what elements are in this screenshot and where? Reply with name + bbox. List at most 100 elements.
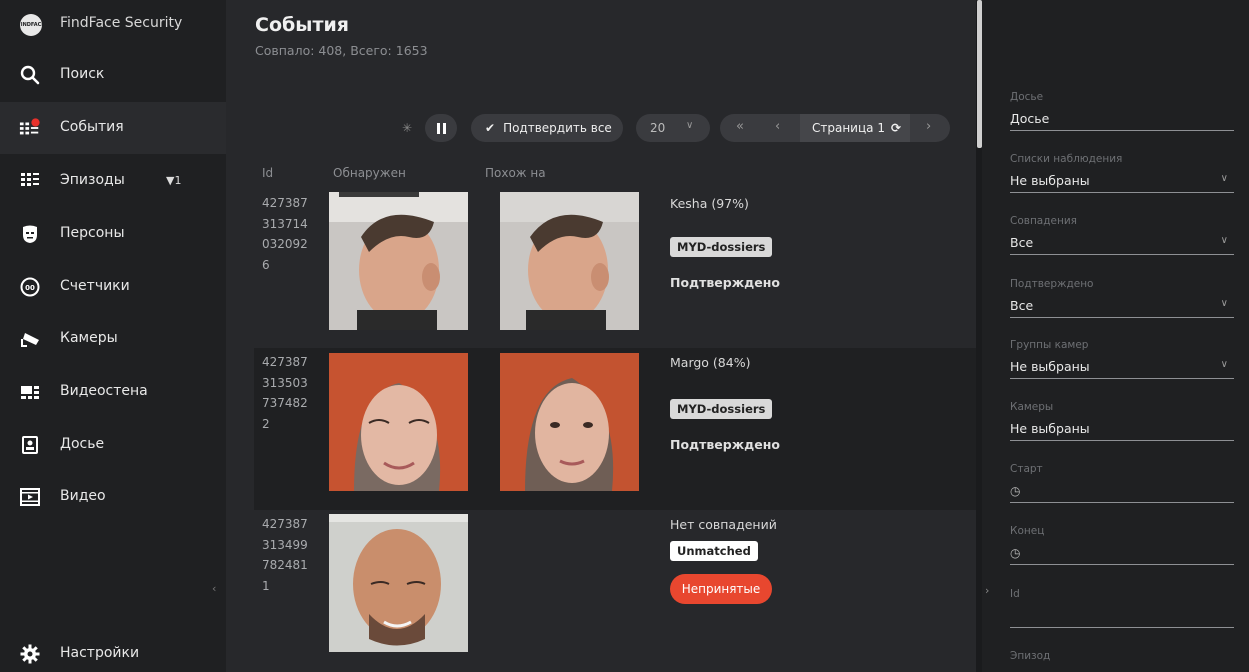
matched-face-image[interactable] [500, 353, 639, 491]
not-accepted-button[interactable]: Непринятые [670, 574, 772, 604]
sidebar-item-label: События [60, 119, 124, 135]
next-page-button[interactable]: › [926, 119, 931, 134]
watchlist-tag: MYD-dossiers [670, 399, 773, 419]
match-name[interactable]: Margo (84%) [670, 355, 750, 370]
confirm-all-label: Подтвердить все [503, 121, 612, 135]
confirm-all-button[interactable]: ✔ Подтвердить все [471, 114, 623, 142]
search-icon [19, 64, 41, 86]
sidebar-item-persons[interactable]: Персоны [0, 208, 226, 260]
refresh-icon[interactable]: ⟳ [891, 121, 901, 135]
pause-icon [435, 122, 447, 134]
dossier-icon [19, 434, 41, 456]
pagination: « ‹ Страница 1 ⟳ › [720, 114, 950, 142]
filter-id[interactable]: Id [1010, 588, 1234, 628]
clock-icon: ◷ [1010, 546, 1021, 560]
filter-label: Совпадения [1010, 215, 1077, 227]
sidebar-item-episodes[interactable]: Эпизоды ▼1 [0, 155, 226, 207]
table-row[interactable]: 427387 313503 737482 2 Margo (84%) MYD-d… [254, 348, 976, 510]
camera-icon [19, 328, 41, 350]
filter-end-input[interactable]: ◷ [1010, 545, 1234, 565]
sidebar-item-events[interactable]: События [0, 102, 226, 154]
page-size-select[interactable]: 20 ∨ [636, 114, 710, 142]
first-page-button[interactable]: « [736, 119, 744, 134]
status-badge: Подтверждено [670, 275, 780, 290]
gear-icon [19, 643, 41, 665]
filter-cameras-input[interactable]: Не выбраны [1010, 421, 1234, 441]
event-id-part: 6 [262, 257, 270, 272]
sidebar-item-settings[interactable]: Настройки [0, 628, 226, 672]
detected-face-image[interactable] [329, 514, 468, 652]
filter-label: Камеры [1010, 401, 1054, 413]
event-id: 427387 313714 032092 6 [262, 193, 322, 275]
events-icon [19, 117, 41, 139]
filter-value: Не выбраны [1010, 421, 1090, 436]
filters-toggle-button[interactable]: › [985, 584, 989, 597]
filter-label: Старт [1010, 463, 1043, 475]
match-name[interactable]: Kesha (97%) [670, 196, 749, 211]
current-page[interactable]: Страница 1 ⟳ [800, 114, 910, 142]
filter-confirmed[interactable]: Подтверждено Все ∨ [1010, 278, 1234, 318]
chevron-down-icon: ∨ [1220, 298, 1228, 309]
findface-logo-icon: FINDFACE [17, 14, 45, 36]
table-row[interactable]: 427387 313714 032092 6 Kesha (97%) MYD-d… [254, 190, 976, 330]
matched-face-image[interactable] [500, 192, 639, 330]
detected-face-image[interactable] [329, 192, 468, 330]
detected-face-image[interactable] [329, 353, 468, 491]
brand[interactable]: FINDFACE FindFace Security [0, 0, 226, 48]
sidebar-item-video[interactable]: Видео [0, 471, 226, 523]
sidebar-collapse-button[interactable]: ‹ [212, 582, 216, 595]
sidebar-item-videowall[interactable]: Видеостена [0, 366, 226, 418]
filter-start[interactable]: Старт ◷ [1010, 463, 1234, 503]
table-header: Id Обнаружен Похож на [226, 166, 976, 186]
filter-dossier-input[interactable]: Досье [1010, 111, 1234, 131]
events-summary: Совпало: 408, Всего: 1653 [255, 43, 428, 58]
sidebar-item-label: Видеостена [60, 383, 148, 399]
pause-button[interactable] [425, 114, 457, 142]
filter-end[interactable]: Конец ◷ [1010, 525, 1234, 565]
filter-confirmed-select[interactable]: Все ∨ [1010, 298, 1234, 318]
episodes-filter-badge: ▼1 [166, 174, 181, 187]
filter-watchlists[interactable]: Списки наблюдения Не выбраны ∨ [1010, 153, 1234, 193]
event-id-part: 427387 [262, 517, 308, 531]
event-id: 427387 313503 737482 2 [262, 352, 322, 434]
filter-camera-groups[interactable]: Группы камер Не выбраны ∨ [1010, 339, 1234, 379]
filter-episode[interactable]: Эпизод [1010, 650, 1234, 664]
unmatched-tag: Unmatched [670, 541, 758, 561]
filter-camera-groups-select[interactable]: Не выбраны ∨ [1010, 359, 1234, 379]
watchlist-tag: MYD-dossiers [670, 237, 773, 257]
sidebar-item-label: Эпизоды [60, 172, 125, 188]
column-header-matched: Похож на [485, 166, 546, 180]
event-id-part: 313714 [262, 216, 308, 231]
chevron-down-icon: ∨ [686, 120, 694, 131]
filter-value: Все [1010, 298, 1034, 313]
match-name: Нет совпадений [670, 517, 777, 532]
table-row[interactable]: 427387 313499 782481 1 Нет совпадений Un… [254, 510, 976, 672]
filter-label: Списки наблюдения [1010, 153, 1123, 165]
filter-value: Все [1010, 235, 1034, 250]
event-id-part: 427387 [262, 196, 308, 210]
filter-cameras[interactable]: Камеры Не выбраны [1010, 401, 1234, 441]
filter-watchlists-select[interactable]: Не выбраны ∨ [1010, 173, 1234, 193]
loading-spinner-icon: ✳ [402, 121, 413, 135]
filter-dossier[interactable]: Досье Досье [1010, 91, 1234, 131]
filter-matches[interactable]: Совпадения Все ∨ [1010, 215, 1234, 255]
filter-id-input[interactable] [1010, 608, 1234, 628]
event-id-part: 313499 [262, 537, 308, 552]
filter-start-input[interactable]: ◷ [1010, 483, 1234, 503]
sidebar-item-dossier[interactable]: Досье [0, 419, 226, 471]
event-id-part: 313503 [262, 375, 308, 390]
check-icon: ✔ [485, 121, 496, 135]
current-page-label: Страница 1 [812, 121, 885, 135]
events-toolbar: ✳ ✔ Подтвердить все 20 ∨ « ‹ Страница 1 … [226, 113, 976, 145]
filter-value: Досье [1010, 111, 1050, 126]
filter-matches-select[interactable]: Все ∨ [1010, 235, 1234, 255]
sidebar-item-counters[interactable]: 00 Счетчики [0, 261, 226, 313]
sidebar-item-search[interactable]: Поиск [0, 49, 226, 101]
column-header-id: Id [262, 166, 274, 180]
event-id-part: 427387 [262, 355, 308, 369]
page-size-value: 20 [650, 121, 666, 135]
sidebar-item-cameras[interactable]: Камеры [0, 313, 226, 365]
status-badge: Подтверждено [670, 437, 780, 452]
sidebar-item-label: Персоны [60, 225, 125, 241]
prev-page-button[interactable]: ‹ [775, 119, 780, 134]
